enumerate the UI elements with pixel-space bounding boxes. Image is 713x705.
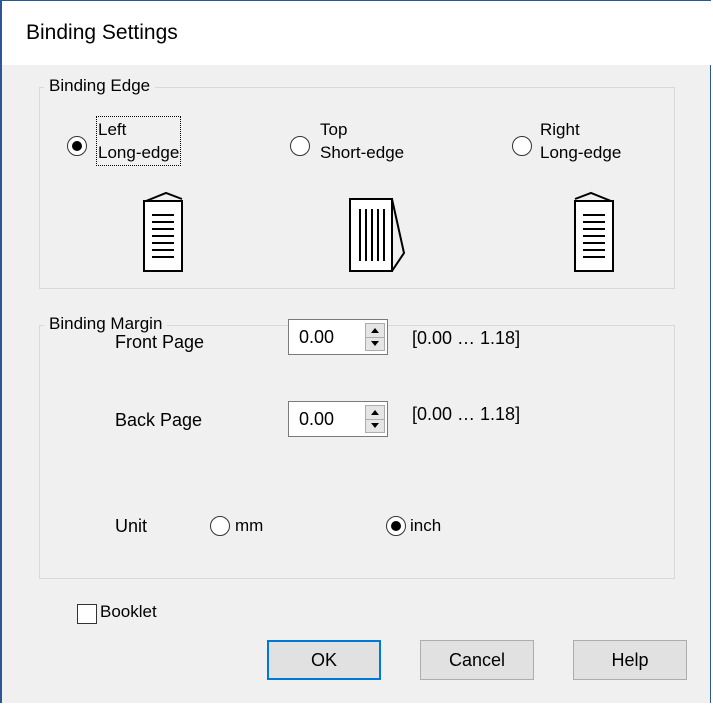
unit-inch-label[interactable]: inch: [410, 516, 441, 536]
back-page-range: [0.00 … 1.18]: [412, 404, 521, 424]
front-page-input[interactable]: [289, 320, 361, 354]
binding-settings-dialog: Binding Settings Binding Edge Left Long-…: [0, 0, 711, 703]
front-page-spin-buttons[interactable]: [365, 323, 385, 351]
spin-down-icon[interactable]: [366, 337, 384, 350]
front-page-range: [0.00 … 1.18]: [412, 328, 521, 348]
front-page-stepper[interactable]: [288, 319, 388, 355]
unit-inch-radio[interactable]: [386, 516, 406, 536]
unit-label: Unit: [115, 516, 148, 536]
binding-right-line1: Right: [540, 120, 580, 139]
ok-button[interactable]: OK: [267, 640, 381, 680]
help-button[interactable]: Help: [573, 640, 687, 680]
unit-mm-radio[interactable]: [210, 516, 230, 536]
back-page-label: Back Page: [115, 410, 203, 430]
document-top-binding-icon: [349, 198, 406, 272]
spin-up-icon[interactable]: [366, 324, 384, 338]
binding-right-radio[interactable]: [512, 136, 532, 156]
spin-up-icon[interactable]: [366, 406, 384, 420]
binding-margin-legend: Binding Margin: [44, 314, 168, 334]
binding-left-radio[interactable]: [67, 136, 87, 156]
front-page-label: Front Page: [115, 332, 205, 352]
binding-left-line1: Left: [98, 120, 127, 139]
title-bar[interactable]: Binding Settings: [2, 1, 711, 65]
binding-top-line1: Top: [320, 120, 348, 139]
booklet-label[interactable]: Booklet: [100, 602, 157, 622]
binding-top-label[interactable]: Top Short-edge: [320, 118, 404, 164]
cancel-button[interactable]: Cancel: [420, 640, 534, 680]
binding-edge-group: Binding Edge Left Long-edge Top Short-ed…: [39, 76, 675, 289]
binding-right-line2: Long-edge: [540, 143, 622, 162]
binding-margin-group: Binding Margin Front Page [0.00 … 1.18] …: [39, 314, 675, 579]
booklet-checkbox[interactable]: [77, 604, 97, 624]
spin-down-icon[interactable]: [366, 419, 384, 432]
back-page-input[interactable]: [289, 402, 361, 436]
back-page-spin-buttons[interactable]: [365, 405, 385, 433]
document-left-binding-icon: [143, 191, 183, 272]
back-page-stepper[interactable]: [288, 401, 388, 437]
binding-top-radio[interactable]: [290, 136, 310, 156]
binding-left-line2: Long-edge: [98, 143, 180, 162]
binding-edge-legend: Binding Edge: [44, 76, 156, 96]
binding-right-label[interactable]: Right Long-edge: [540, 118, 621, 164]
unit-mm-label[interactable]: mm: [235, 516, 263, 536]
binding-top-line2: Short-edge: [320, 143, 405, 162]
binding-left-label[interactable]: Left Long-edge: [95, 116, 182, 166]
document-right-binding-icon: [574, 191, 614, 272]
dialog-title: Binding Settings: [26, 21, 178, 44]
